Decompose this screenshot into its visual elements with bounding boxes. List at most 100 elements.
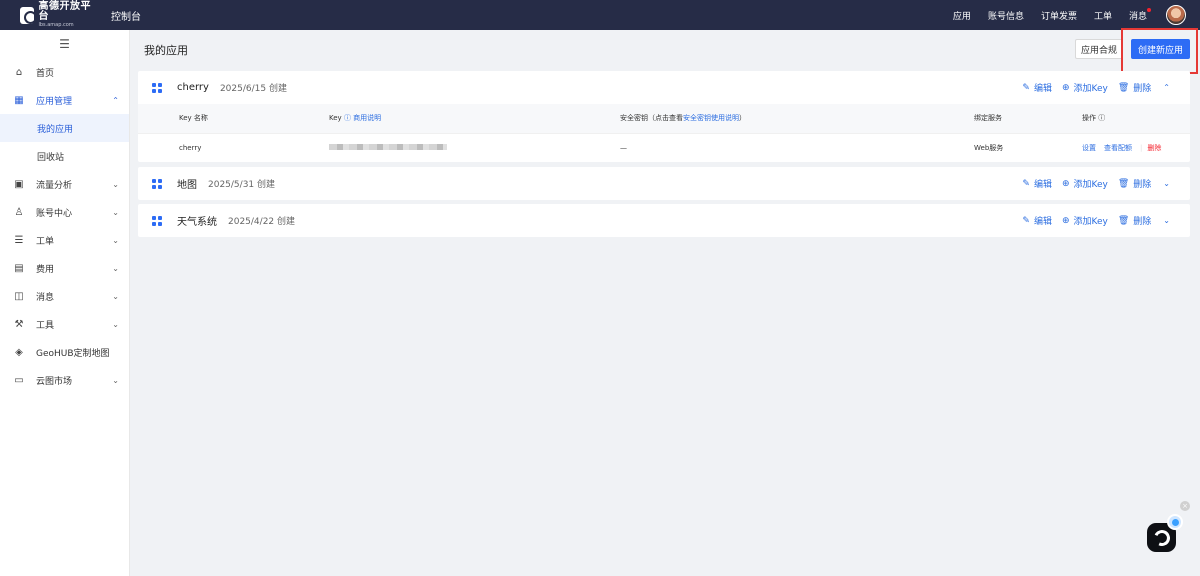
table-header-row: Key 名称 Key ⓘ 商用说明 安全密钥（点击查看安全密钥使用说明） 绑定服… — [138, 104, 1190, 133]
close-icon[interactable]: × — [1180, 501, 1190, 511]
edit-icon: ✎ — [1022, 82, 1030, 93]
add-circle-icon: ⊕ — [1061, 82, 1070, 93]
sidebar-item-label: 云图市场 — [36, 376, 73, 387]
add-key-button[interactable]: ⊕ 添加Key — [1062, 177, 1108, 191]
amap-logo[interactable]: 高德开放平台 lbs.amap.com — [20, 2, 92, 28]
sidebar-item-home[interactable]: ⌂ 首页 — [0, 58, 129, 86]
sidebar-item-tools[interactable]: ⚒ 工具 ⌄ — [0, 310, 129, 338]
user-avatar[interactable] — [1166, 5, 1186, 25]
sidebar-item-my-apps[interactable]: 我的应用 — [0, 114, 129, 142]
app-grid-icon — [152, 82, 162, 93]
app-header[interactable]: cherry 2025/6/15 创建 ✎ 编辑 ⊕ 添加Key 🗑 删除 ⌃ — [138, 71, 1190, 104]
home-icon: ⌂ — [15, 66, 23, 78]
sidebar-item-label: 账号中心 — [36, 208, 73, 219]
ticket-icon: ☰ — [14, 234, 24, 246]
masked-key — [329, 143, 447, 150]
sidebar-item-label: 工具 — [36, 320, 55, 331]
chevron-down-icon[interactable]: ⌄ — [1163, 216, 1170, 225]
sidebar-item-cloud-market[interactable]: ▭ 云图市场 ⌄ — [0, 366, 129, 394]
col-secret: 安全密钥（点击查看安全密钥使用说明） — [620, 104, 974, 133]
app-card-weather-system: 天气系统 2025/4/22 创建 ✎ 编辑 ⊕ 添加Key 🗑 删除 ⌄ — [138, 204, 1190, 237]
chevron-down-icon: ⌄ — [112, 375, 119, 385]
delete-button[interactable]: 🗑 删除 — [1117, 81, 1151, 95]
chevron-down-icon: ⌄ — [112, 235, 119, 245]
sidebar-item-app-management[interactable]: ▦ 应用管理 ⌃ — [0, 86, 129, 114]
nav-tickets[interactable]: 工单 — [1094, 9, 1112, 22]
app-card-cherry: cherry 2025/6/15 创建 ✎ 编辑 ⊕ 添加Key 🗑 删除 ⌃ Key… — [138, 71, 1190, 162]
sidebar-item-traffic-analysis[interactable]: ▣ 流量分析 ⌄ — [0, 170, 129, 198]
chevron-up-icon: ⌃ — [112, 95, 119, 105]
billing-icon: ▤ — [14, 262, 24, 274]
store-icon: ▭ — [14, 374, 24, 386]
delete-button[interactable]: 🗑 删除 — [1118, 177, 1151, 191]
service-cell: Web服务 — [974, 132, 1082, 162]
nav-orders-invoices[interactable]: 订单发票 — [1041, 9, 1077, 22]
edit-icon: ✎ — [1022, 178, 1030, 189]
table-row: cherry — Web服务 设置 查看配额 | 删除 — [138, 132, 1190, 162]
edit-icon: ✎ — [1022, 215, 1030, 226]
main-content: 我的应用 应用合规 创建新应用 cherry 2025/6/15 创建 ✎ 编辑 … — [130, 28, 1200, 576]
settings-link[interactable]: 设置 — [1082, 144, 1096, 152]
top-bar: 高德开放平台 lbs.amap.com 控制台 应用 账号信息 订单发票 工单 … — [0, 0, 1200, 30]
key-value-cell — [329, 132, 620, 162]
ops-cell: 设置 查看配额 | 删除 — [1082, 132, 1190, 162]
col-key-name: Key 名称 — [138, 104, 329, 133]
delete-button[interactable]: 🗑 删除 — [1118, 214, 1151, 228]
create-app-button[interactable]: 创建新应用 — [1131, 39, 1190, 59]
sidebar-item-recycle-bin[interactable]: 回收站 — [0, 142, 129, 170]
chevron-up-icon[interactable]: ⌃ — [1163, 83, 1170, 92]
app-name: 地图 — [177, 180, 197, 191]
edit-button[interactable]: ✎ 编辑 — [1022, 177, 1052, 191]
app-created-date: 2025/6/15 创建 — [219, 84, 287, 94]
tools-icon: ⚒ — [14, 318, 24, 330]
trash-icon: 🗑 — [1117, 82, 1130, 93]
delete-key-link[interactable]: 删除 — [1147, 144, 1161, 152]
key-table: Key 名称 Key ⓘ 商用说明 安全密钥（点击查看安全密钥使用说明） 绑定服… — [138, 104, 1190, 162]
chevron-down-icon: ⌄ — [112, 319, 119, 329]
sidebar-item-label: 工单 — [36, 236, 55, 247]
app-header[interactable]: 天气系统 2025/4/22 创建 ✎ 编辑 ⊕ 添加Key 🗑 删除 ⌄ — [138, 204, 1190, 237]
app-name: cherry — [177, 82, 209, 93]
sidebar-item-label: 流量分析 — [36, 180, 73, 191]
nav-apps[interactable]: 应用 — [953, 9, 971, 22]
commercial-help-link[interactable]: ⓘ 商用说明 — [344, 114, 381, 122]
sidebar: ☰ ⌂ 首页 ▦ 应用管理 ⌃ 我的应用 回收站 ▣ 流量分析 ⌄ ♙ 账号中心… — [0, 30, 130, 576]
chevron-down-icon: ⌄ — [112, 263, 119, 273]
app-created-date: 2025/5/31 创建 — [208, 180, 276, 190]
assistant-button[interactable] — [1147, 514, 1185, 552]
assistant-badge-icon — [1167, 514, 1183, 530]
add-key-button[interactable]: ⊕ 添加Key — [1061, 81, 1108, 95]
sidebar-item-billing[interactable]: ▤ 费用 ⌄ — [0, 254, 129, 282]
view-quota-link[interactable]: 查看配额 — [1104, 144, 1132, 152]
page-title: 我的应用 — [144, 44, 188, 57]
chart-icon: ▣ — [14, 178, 24, 190]
app-created-date: 2025/4/22 创建 — [228, 217, 296, 227]
chevron-down-icon: ⌄ — [112, 207, 119, 217]
console-label[interactable]: 控制台 — [111, 8, 141, 23]
col-service: 绑定服务 — [974, 104, 1082, 133]
edit-button[interactable]: ✎ 编辑 — [1022, 214, 1052, 228]
nav-messages-label: 消息 — [1128, 11, 1147, 22]
app-header[interactable]: 地图 2025/5/31 创建 ✎ 编辑 ⊕ 添加Key 🗑 删除 ⌄ — [138, 167, 1190, 200]
layers-icon: ◈ — [15, 346, 23, 358]
menu-collapse-icon[interactable]: ☰ — [0, 30, 129, 58]
sidebar-item-tickets[interactable]: ☰ 工单 ⌄ — [0, 226, 129, 254]
logo-subtitle: lbs.amap.com — [38, 22, 74, 28]
edit-button[interactable]: ✎ 编辑 — [1022, 81, 1052, 95]
chevron-down-icon: ⌄ — [112, 179, 119, 189]
chevron-down-icon: ⌄ — [112, 291, 119, 301]
nav-messages[interactable]: 消息 — [1128, 7, 1151, 22]
secret-help-link[interactable]: 安全密钥使用说明 — [683, 114, 739, 122]
add-circle-icon: ⊕ — [1061, 215, 1070, 226]
col-ops: 操作 ⓘ — [1082, 104, 1190, 133]
sidebar-item-geohub[interactable]: ◈ GeoHUB定制地图 — [0, 338, 129, 366]
sidebar-item-label: GeoHUB定制地图 — [36, 348, 110, 359]
add-key-button[interactable]: ⊕ 添加Key — [1061, 214, 1108, 228]
sidebar-item-messages[interactable]: ◫ 消息 ⌄ — [0, 282, 129, 310]
top-nav: 应用 账号信息 订单发票 工单 消息 — [953, 0, 1200, 30]
chevron-down-icon[interactable]: ⌄ — [1163, 179, 1170, 188]
sidebar-item-account-center[interactable]: ♙ 账号中心 ⌄ — [0, 198, 129, 226]
app-compliance-button[interactable]: 应用合规 — [1075, 39, 1123, 59]
sidebar-item-label: 消息 — [36, 292, 55, 303]
nav-account-info[interactable]: 账号信息 — [988, 9, 1024, 22]
